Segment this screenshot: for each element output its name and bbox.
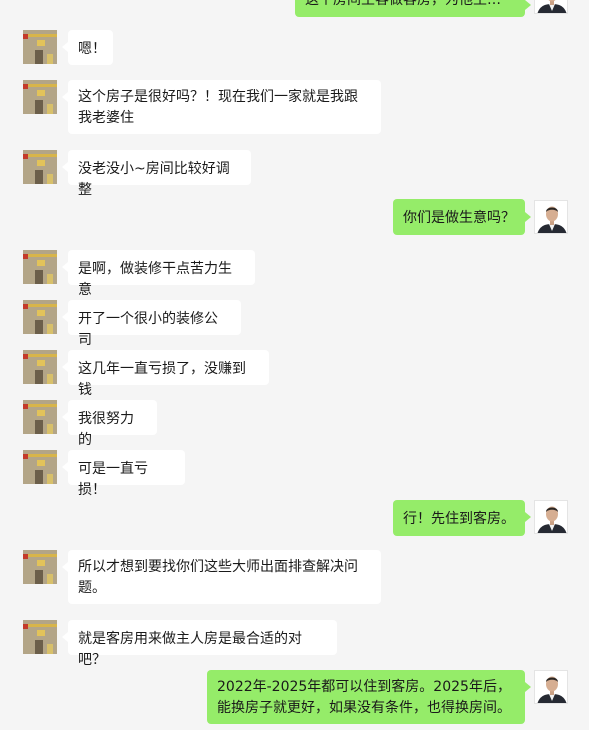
my-avatar[interactable]	[534, 200, 568, 234]
message-text: 这几年一直亏损了，没赚到钱	[78, 361, 246, 398]
message-text: 你们是做生意吗？	[403, 210, 515, 226]
message-bubble[interactable]: 2022年-2025年都可以住到客房。2025年后，能换房子就更好，如果没有条件…	[207, 670, 525, 724]
contact-avatar[interactable]	[23, 450, 57, 484]
message-text: 这个房子是很好吗？！现在我们一家就是我跟我老婆住	[78, 89, 358, 126]
message-text: 2022年-2025年都可以住到客房。2025年后，能换房子就更好，如果没有条件…	[217, 679, 511, 716]
contact-avatar[interactable]	[23, 150, 57, 184]
message-bubble[interactable]: 开了一个很小的装修公司	[68, 300, 241, 348]
contact-avatar[interactable]	[23, 300, 57, 334]
message-text: 可是一直亏损！	[78, 461, 148, 498]
shop-sign-photo-icon	[23, 350, 57, 384]
man-portrait-icon	[535, 0, 567, 13]
message-bubble[interactable]: 可是一直亏损！	[68, 450, 185, 498]
contact-avatar[interactable]	[23, 80, 57, 114]
man-portrait-icon	[535, 501, 567, 533]
message-text: 是啊，做装修干点苦力生意	[78, 261, 232, 298]
message-bubble[interactable]: 这几年一直亏损了，没赚到钱	[68, 350, 269, 398]
contact-avatar[interactable]	[23, 620, 57, 654]
my-avatar[interactable]	[534, 500, 568, 534]
message-text: 所以才想到要找你们这些大师出面排查解决问题。	[78, 559, 358, 596]
message-bubble[interactable]: 行！先住到客房。	[393, 500, 525, 536]
my-avatar[interactable]	[534, 0, 568, 14]
message-text: 没老没小~房间比较好调整	[78, 161, 230, 198]
contact-avatar[interactable]	[23, 30, 57, 64]
shop-sign-photo-icon	[23, 450, 57, 484]
message-bubble[interactable]: 我很努力的	[68, 400, 157, 448]
shop-sign-photo-icon	[23, 620, 57, 654]
message-bubble[interactable]: 是啊，做装修干点苦力生意	[68, 250, 255, 298]
message-text: 这个房间主客做客房，为他生…	[305, 0, 501, 8]
my-avatar[interactable]	[534, 670, 568, 704]
message-text: 行！先住到客房。	[403, 511, 515, 527]
message-bubble[interactable]: 所以才想到要找你们这些大师出面排查解决问题。	[68, 550, 381, 604]
contact-avatar[interactable]	[23, 350, 57, 384]
man-portrait-icon	[535, 671, 567, 703]
message-bubble[interactable]: 嗯！	[68, 30, 113, 65]
message-bubble[interactable]: 这个房间主客做客房，为他生…	[295, 0, 525, 17]
message-bubble[interactable]: 没老没小~房间比较好调整	[68, 150, 251, 198]
message-bubble[interactable]: 你们是做生意吗？	[393, 199, 525, 235]
bubble-tail	[525, 682, 531, 692]
shop-sign-photo-icon	[23, 400, 57, 434]
bubble-tail	[525, 0, 531, 10]
message-bubble[interactable]: 就是客房用来做主人房是最合适的对吧？	[68, 620, 337, 668]
shop-sign-photo-icon	[23, 300, 57, 334]
bubble-tail	[525, 212, 531, 222]
message-text: 开了一个很小的装修公司	[78, 311, 218, 348]
contact-avatar[interactable]	[23, 400, 57, 434]
message-bubble[interactable]: 这个房子是很好吗？！现在我们一家就是我跟我老婆住	[68, 80, 381, 134]
contact-avatar[interactable]	[23, 550, 57, 584]
shop-sign-photo-icon	[23, 30, 57, 64]
shop-sign-photo-icon	[23, 250, 57, 284]
message-text: 就是客房用来做主人房是最合适的对吧？	[78, 631, 302, 668]
message-text: 嗯！	[78, 41, 106, 57]
message-text: 我很努力的	[78, 411, 134, 448]
shop-sign-photo-icon	[23, 150, 57, 184]
shop-sign-photo-icon	[23, 80, 57, 114]
man-portrait-icon	[535, 201, 567, 233]
shop-sign-photo-icon	[23, 550, 57, 584]
bubble-tail	[525, 512, 531, 522]
contact-avatar[interactable]	[23, 250, 57, 284]
